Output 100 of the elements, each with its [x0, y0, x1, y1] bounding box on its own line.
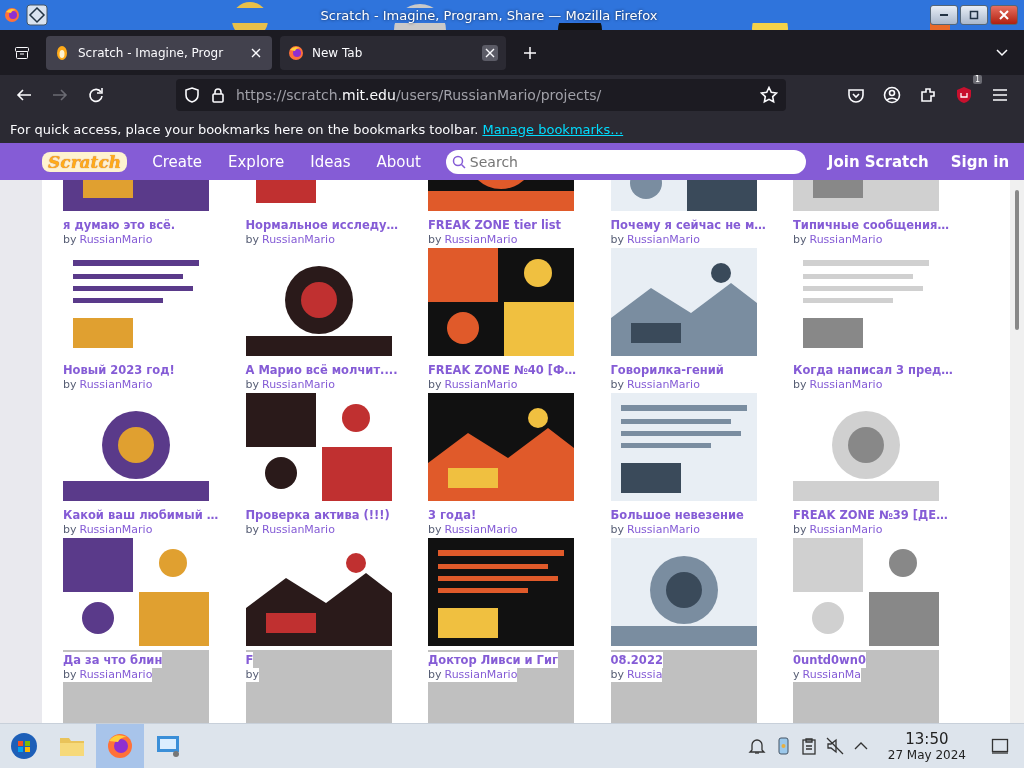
- author-link[interactable]: RussianMario: [627, 523, 700, 537]
- nav-link[interactable]: Ideas: [297, 152, 364, 171]
- byline: by: [610, 378, 624, 392]
- byline: by: [63, 378, 77, 392]
- author-link[interactable]: RussianMario: [262, 378, 335, 392]
- project-title[interactable]: FREAK ZONE №39 [ДЕ…: [793, 507, 948, 523]
- byline: by: [793, 378, 807, 392]
- byline: by: [428, 233, 442, 247]
- join-link[interactable]: Join Scratch: [827, 152, 929, 171]
- author-link[interactable]: RussianMario: [809, 233, 883, 247]
- browser-tab[interactable]: New Tab: [280, 35, 506, 70]
- muted-speaker-icon[interactable]: [825, 737, 844, 755]
- byline: by: [793, 523, 807, 537]
- project-title[interactable]: Типичные сообщения…: [793, 217, 949, 233]
- minimize-button[interactable]: [930, 5, 958, 25]
- byline: by: [245, 668, 259, 682]
- byline: by: [610, 233, 624, 247]
- author-link[interactable]: RussianMario: [809, 523, 883, 537]
- project-title[interactable]: 3 года!: [428, 507, 477, 523]
- menu-icon[interactable]: [991, 86, 1009, 104]
- author-link[interactable]: RussianMario: [262, 523, 335, 537]
- byline: by: [245, 233, 259, 247]
- project-title[interactable]: я думаю это всё.: [63, 217, 176, 233]
- firefox-icon: [106, 732, 134, 760]
- show-desktop-icon[interactable]: [991, 737, 1009, 755]
- project-title[interactable]: F: [245, 652, 254, 668]
- author-link[interactable]: RussianMario: [79, 523, 153, 537]
- byline: by: [63, 668, 77, 682]
- byline: by: [428, 668, 442, 682]
- project-title[interactable]: Когда написал 3 пред…: [793, 362, 953, 378]
- nav-link[interactable]: Create: [139, 152, 215, 171]
- byline: by: [428, 378, 442, 392]
- close-icon[interactable]: [251, 47, 261, 58]
- project-title[interactable]: Проверка актива (!!!): [245, 507, 390, 523]
- author-link[interactable]: RussianMario: [79, 233, 153, 247]
- manage-bookmarks-link[interactable]: Manage bookmarks…: [482, 121, 624, 137]
- author-link[interactable]: RussianMario: [79, 378, 153, 392]
- project-title[interactable]: Нормальное исследу…: [245, 217, 398, 233]
- author-link[interactable]: RussianMario: [444, 378, 518, 392]
- author-link[interactable]: RussianMario: [79, 668, 153, 682]
- clock-date[interactable]: 27 May 2024: [887, 747, 966, 762]
- project-title[interactable]: 0untd0wn0: [793, 652, 866, 668]
- project-title[interactable]: Новый 2023 год!: [63, 362, 175, 378]
- maximize-button[interactable]: [960, 5, 988, 25]
- byline: by: [428, 523, 442, 537]
- project-title[interactable]: Доктор Ливси и Гиг: [428, 652, 558, 668]
- star-icon[interactable]: [760, 86, 778, 104]
- close-icon: [999, 10, 1009, 20]
- pocket-icon[interactable]: [847, 86, 865, 104]
- account-icon[interactable]: [883, 86, 901, 104]
- project-title[interactable]: А Марио всё молчит....: [245, 362, 398, 378]
- project-title[interactable]: FREAK ZONE tier list: [428, 217, 562, 233]
- extension-badge: 1: [972, 75, 982, 84]
- byline: y: [793, 668, 800, 682]
- maximize-icon: [969, 10, 979, 20]
- search-field[interactable]: Search: [445, 149, 806, 174]
- project-title[interactable]: Почему я сейчас не м…: [610, 217, 766, 233]
- search-input[interactable]: Search: [469, 153, 800, 170]
- author-link[interactable]: RussianMario: [262, 233, 335, 247]
- diamond-icon[interactable]: [26, 4, 48, 26]
- nav-link[interactable]: Explore: [215, 152, 298, 171]
- scrollbar-thumb[interactable]: [1015, 190, 1019, 330]
- author-link[interactable]: RussianMa: [802, 668, 862, 682]
- firefox-icon: [288, 44, 304, 61]
- reload-icon[interactable]: [87, 86, 105, 104]
- author-link[interactable]: RussianMario: [444, 233, 518, 247]
- lock-icon: [210, 87, 226, 103]
- nav-link[interactable]: About: [363, 152, 434, 171]
- plus-icon[interactable]: [523, 45, 537, 60]
- author-link[interactable]: RussianMario: [444, 668, 518, 682]
- project-title[interactable]: Большое невезение: [610, 507, 744, 523]
- project-title[interactable]: 08.2022: [610, 652, 663, 668]
- minimize-icon: [940, 14, 948, 16]
- author-link[interactable]: RussianMario: [444, 523, 518, 537]
- firefox-icon: [4, 7, 20, 23]
- bell-icon[interactable]: [747, 737, 766, 755]
- shield-extension-icon[interactable]: [955, 86, 973, 104]
- taskbar-app[interactable]: [96, 724, 144, 768]
- clock-time[interactable]: 13:50: [905, 730, 949, 748]
- search-icon: [451, 154, 466, 169]
- byline: by: [610, 668, 624, 682]
- author-link[interactable]: RussianMario: [627, 233, 700, 247]
- author-link[interactable]: RussianMario: [627, 378, 700, 392]
- project-title[interactable]: Говорилка-гений: [610, 362, 724, 378]
- byline: by: [245, 378, 259, 392]
- extensions-icon[interactable]: [919, 86, 937, 104]
- address-bar[interactable]: https://scratch.mit.edu/users/RussianMario/projects/: [176, 79, 786, 111]
- sign-in-link[interactable]: Sign in: [950, 152, 1010, 171]
- browser-tab[interactable]: Scratch - Imagine, Progr: [46, 35, 272, 70]
- shield-icon: [184, 87, 200, 103]
- byline: by: [245, 523, 259, 537]
- author-link[interactable]: RussianMario: [809, 378, 883, 392]
- close-button[interactable]: [990, 5, 1018, 25]
- project-title[interactable]: FREAK ZONE №40 [Ф…: [428, 362, 576, 378]
- clipboard-icon[interactable]: [799, 737, 818, 755]
- tab-list-icon[interactable]: [14, 44, 30, 61]
- project-title[interactable]: Какой ваш любимый …: [63, 507, 219, 523]
- author-link[interactable]: Russia: [627, 668, 663, 682]
- project-title[interactable]: Да за что блин: [63, 652, 163, 668]
- close-icon[interactable]: [485, 47, 495, 58]
